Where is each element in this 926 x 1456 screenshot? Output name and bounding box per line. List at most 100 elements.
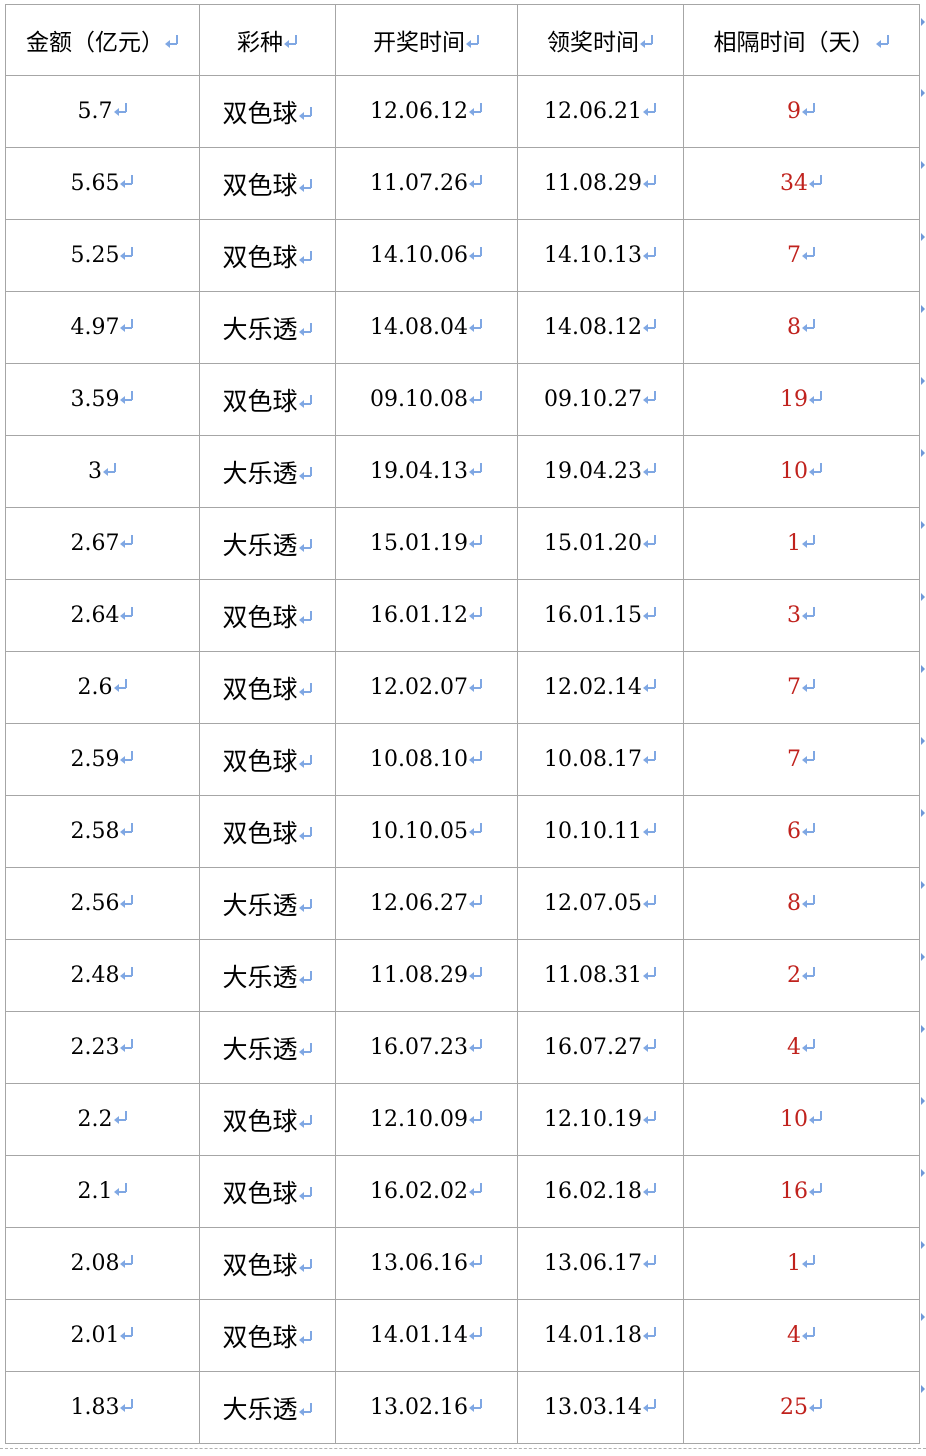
paragraph-return-icon	[298, 538, 313, 552]
paragraph-return-icon	[298, 826, 313, 840]
claim-date-cell-text: 12.06.21	[544, 99, 642, 124]
draw-date-cell-text: 11.08.29	[370, 963, 468, 988]
draw-date-cell-text: 13.02.16	[370, 1395, 468, 1420]
paragraph-return-icon	[468, 606, 483, 620]
amount-cell: 2.48	[5, 939, 200, 1012]
paragraph-return-icon	[642, 1038, 657, 1052]
paragraph-return-icon	[468, 1254, 483, 1268]
draw-date-cell-text: 10.08.10	[370, 747, 468, 772]
claim-date-cell-text: 10.08.17	[544, 747, 642, 772]
claim-date-cell: 14.08.12	[517, 291, 684, 364]
table-row: 2.1 双色球 16.02.02 16.02.18 16	[5, 1155, 920, 1228]
amount-cell-text: 2.2	[77, 1107, 113, 1132]
paragraph-return-icon	[642, 678, 657, 692]
interval-days-cell: 16	[683, 1155, 920, 1228]
claim-date-cell-text: 12.10.19	[544, 1107, 642, 1132]
paragraph-return-icon	[802, 1254, 816, 1268]
amount-cell-text: 5.25	[70, 243, 120, 268]
lottery-type-cell: 双色球	[199, 147, 336, 220]
draw-date-cell-text: 12.06.27	[370, 891, 468, 916]
paragraph-return-icon	[120, 966, 134, 980]
lottery-type-cell-text: 双色球	[222, 818, 298, 848]
draw-date-cell: 16.02.02	[335, 1155, 518, 1228]
paragraph-return-icon	[298, 682, 313, 696]
row-end-marker-icon	[921, 593, 926, 603]
amount-cell-text: 2.56	[70, 891, 120, 916]
claim-date-cell-text: 16.01.15	[544, 603, 642, 628]
paragraph-return-icon	[298, 178, 313, 192]
paragraph-return-icon	[802, 318, 816, 332]
lottery-type-cell-text: 大乐透	[222, 530, 298, 560]
claim-date-cell-text: 16.07.27	[544, 1035, 642, 1060]
amount-cell: 3	[5, 435, 200, 508]
lottery-type-cell: 大乐透	[199, 1011, 336, 1084]
paragraph-return-icon	[120, 1254, 134, 1268]
header-interval-days-cell: 相隔时间（天）	[683, 4, 920, 76]
draw-date-cell: 12.06.12	[335, 75, 518, 148]
interval-days-cell: 10	[683, 435, 920, 508]
amount-cell-text: 2.48	[70, 963, 120, 988]
paragraph-return-icon	[113, 102, 128, 116]
paragraph-return-icon	[468, 678, 483, 692]
draw-date-cell-text: 15.01.19	[370, 531, 468, 556]
amount-cell-text: 5.65	[70, 171, 120, 196]
paragraph-return-icon	[298, 1402, 313, 1416]
paragraph-return-icon	[298, 1258, 313, 1272]
row-end-marker-icon	[921, 1241, 926, 1251]
paragraph-return-icon	[802, 1326, 816, 1340]
header-claim-date-cell: 领奖时间	[517, 4, 684, 76]
header-draw-date: 开奖时间	[373, 30, 465, 56]
draw-date-cell: 16.07.23	[335, 1011, 518, 1084]
claim-date-cell: 13.03.14	[517, 1371, 684, 1444]
interval-days-cell-text: 10	[780, 459, 808, 484]
lottery-type-cell: 双色球	[199, 579, 336, 652]
paragraph-return-icon	[120, 606, 134, 620]
draw-date-cell-text: 12.10.09	[370, 1107, 468, 1132]
paragraph-return-icon	[468, 1398, 483, 1412]
lottery-type-cell-text: 双色球	[222, 1322, 298, 1352]
row-end-marker-icon	[921, 665, 926, 675]
lottery-type-cell: 双色球	[199, 75, 336, 148]
interval-days-cell-text: 1	[787, 531, 801, 556]
table-row: 2.58 双色球 10.10.05 10.10.11 6	[5, 795, 920, 868]
row-end-marker-icon	[921, 1025, 926, 1035]
row-end-marker-icon	[921, 161, 926, 171]
draw-date-cell: 19.04.13	[335, 435, 518, 508]
table-row: 2.2 双色球 12.10.09 12.10.19 10	[5, 1083, 920, 1156]
amount-cell: 2.23	[5, 1011, 200, 1084]
draw-date-cell-text: 16.02.02	[370, 1179, 468, 1204]
amount-cell: 2.6	[5, 651, 200, 724]
paragraph-return-icon	[642, 318, 657, 332]
row-end-marker-icon	[921, 305, 926, 315]
paragraph-return-icon	[298, 1114, 313, 1128]
lottery-type-cell-text: 大乐透	[222, 962, 298, 992]
paragraph-return-icon	[802, 966, 816, 980]
paragraph-return-icon	[802, 606, 816, 620]
interval-days-cell: 7	[683, 219, 920, 292]
paragraph-return-icon	[120, 390, 134, 404]
lottery-type-cell-text: 大乐透	[222, 458, 298, 488]
amount-cell: 5.65	[5, 147, 200, 220]
interval-days-cell: 8	[683, 291, 920, 364]
lottery-type-cell-text: 大乐透	[222, 1394, 298, 1424]
paragraph-return-icon	[468, 462, 483, 476]
row-end-marker-icon	[921, 521, 926, 531]
amount-cell: 4.97	[5, 291, 200, 364]
paragraph-return-icon	[120, 534, 134, 548]
draw-date-cell: 14.10.06	[335, 219, 518, 292]
amount-cell-text: 3.59	[70, 387, 120, 412]
row-end-marker-icon	[921, 377, 926, 387]
paragraph-return-icon	[802, 822, 816, 836]
amount-cell: 2.67	[5, 507, 200, 580]
lottery-type-cell: 双色球	[199, 1227, 336, 1300]
paragraph-return-icon	[468, 390, 483, 404]
interval-days-cell: 4	[683, 1299, 920, 1372]
amount-cell: 5.7	[5, 75, 200, 148]
paragraph-return-icon	[809, 1110, 823, 1124]
amount-cell-text: 2.01	[70, 1323, 120, 1348]
lottery-type-cell: 双色球	[199, 1299, 336, 1372]
interval-days-cell: 7	[683, 651, 920, 724]
paragraph-return-icon	[468, 102, 483, 116]
interval-days-cell-text: 7	[787, 243, 801, 268]
interval-days-cell-text: 1	[787, 1251, 801, 1276]
